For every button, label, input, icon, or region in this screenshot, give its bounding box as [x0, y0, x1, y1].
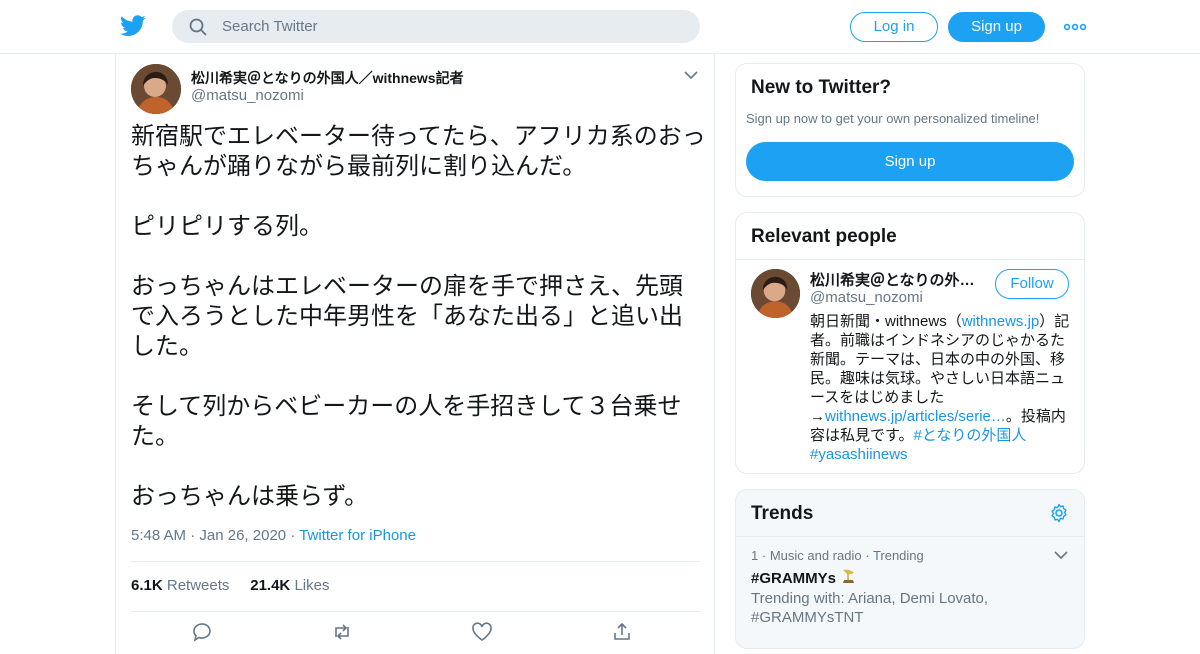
- bio-hashtag[interactable]: #yasashiinews: [810, 446, 908, 463]
- meta-separator: ·: [190, 527, 200, 544]
- bio-text: 朝日新聞・withnews（: [810, 313, 962, 330]
- twitter-bird-icon[interactable]: [120, 14, 146, 38]
- card-title: Trends: [751, 503, 814, 524]
- bio-hashtag[interactable]: #となりの外国人: [914, 427, 1027, 444]
- trend-meta: 1 · Music and radio · Trending: [751, 548, 924, 563]
- share-icon[interactable]: [611, 622, 633, 642]
- likes-stat[interactable]: 21.4K Likes: [250, 577, 329, 594]
- trend-status: Trending: [872, 548, 924, 563]
- likes-label: Likes: [294, 577, 330, 594]
- trend-context: Trending with: Ariana, Demi Lovato, #GRA…: [751, 590, 989, 626]
- trend-rank: 1: [751, 548, 759, 563]
- divider: [736, 259, 1084, 260]
- more-dots-icon[interactable]: [1063, 22, 1087, 32]
- trend-item[interactable]: #GRAMMYs: [751, 568, 857, 587]
- tweet-paragraph: おっちゃんはエレベーターの扉を手で押さえ、先頭で入ろうとした中年男性を「あなた出…: [131, 273, 683, 360]
- bio-link[interactable]: withnews.jp/articles/serie…: [825, 408, 1006, 425]
- trend-category: Music and radio: [769, 548, 862, 563]
- settings-gear-icon[interactable]: [1049, 503, 1069, 523]
- avatar[interactable]: [751, 269, 800, 318]
- person-handle[interactable]: @matsu_nozomi: [810, 289, 923, 306]
- search-box: [172, 10, 700, 43]
- retweets-stat[interactable]: 6.1K Retweets: [131, 577, 229, 594]
- chevron-down-icon[interactable]: [1054, 550, 1068, 560]
- retweets-count: 6.1K: [131, 577, 163, 594]
- meta-separator: ·: [761, 548, 770, 563]
- person-bio: 朝日新聞・withnews（withnews.jp）記者。前職はインドネシアのじ…: [810, 312, 1076, 464]
- retweet-icon[interactable]: [331, 622, 353, 642]
- reply-icon[interactable]: [191, 622, 213, 642]
- search-input[interactable]: [222, 10, 682, 43]
- trends-card: Trends 1 · Music and radio · Trending #G…: [735, 489, 1085, 649]
- card-title: New to Twitter?: [751, 77, 892, 98]
- top-bar: Log in Sign up: [0, 0, 1200, 54]
- card-title: Relevant people: [751, 226, 897, 247]
- meta-separator: ·: [865, 548, 873, 563]
- search-icon: [189, 18, 207, 36]
- relevant-people-card: Relevant people 松川希実＠となりの外国人／withnews記者 …: [735, 212, 1085, 474]
- retweets-label: Retweets: [166, 577, 230, 594]
- divider: [736, 536, 1084, 537]
- meta-separator: ·: [290, 527, 300, 544]
- person-name[interactable]: 松川希実＠となりの外国人／withnews記者: [810, 269, 980, 290]
- profile-photo-icon: [751, 269, 800, 318]
- tweet-source-link[interactable]: Twitter for iPhone: [299, 527, 416, 544]
- tweet-meta: 5:48 AM · Jan 26, 2020 · Twitter for iPh…: [131, 527, 416, 544]
- card-subtitle: Sign up now to get your own personalized…: [746, 111, 1040, 126]
- likes-count: 21.4K: [250, 577, 291, 594]
- tweet-paragraph: 新宿駅でエレベーター待ってたら、アフリカ系のおっちゃんが踊りながら最前列に割り込…: [131, 123, 706, 180]
- signup-button[interactable]: Sign up: [948, 12, 1045, 42]
- avatar[interactable]: [131, 64, 181, 114]
- tweet-paragraph: おっちゃんは乗らず。: [131, 483, 369, 510]
- tweet-actions: [191, 622, 651, 642]
- tweet-stats: 6.1K Retweets 21.4K Likes: [131, 577, 329, 594]
- profile-photo-icon: [131, 64, 181, 114]
- author-handle[interactable]: @matsu_nozomi: [191, 87, 304, 104]
- signup-card-button[interactable]: Sign up: [746, 142, 1074, 181]
- follow-button[interactable]: Follow: [995, 269, 1069, 299]
- chevron-down-icon[interactable]: [684, 70, 698, 80]
- login-button[interactable]: Log in: [850, 12, 938, 42]
- author-name[interactable]: 松川希実＠となりの外国人／withnews記者: [191, 68, 464, 88]
- trend-hashtag: #GRAMMYs: [751, 570, 837, 587]
- tweet-time[interactable]: 5:48 AM: [131, 527, 186, 544]
- bio-link[interactable]: withnews.jp: [962, 313, 1040, 330]
- tweet-date[interactable]: Jan 26, 2020: [199, 527, 286, 544]
- tweet-panel: 松川希実＠となりの外国人／withnews記者 @matsu_nozomi 新宿…: [115, 54, 715, 654]
- tweet-paragraph: ピリピリする列。: [131, 213, 323, 240]
- divider: [131, 611, 700, 612]
- divider: [131, 561, 700, 562]
- tweet-text: 新宿駅でエレベーター待ってたら、アフリカ系のおっちゃんが踊りながら最前列に割り込…: [131, 122, 706, 542]
- gramophone-icon: [843, 569, 855, 583]
- like-heart-icon[interactable]: [471, 622, 493, 642]
- new-to-twitter-card: New to Twitter? Sign up now to get your …: [735, 63, 1085, 197]
- tweet-paragraph: そして列からベビーカーの人を手招きして３台乗せた。: [131, 393, 682, 450]
